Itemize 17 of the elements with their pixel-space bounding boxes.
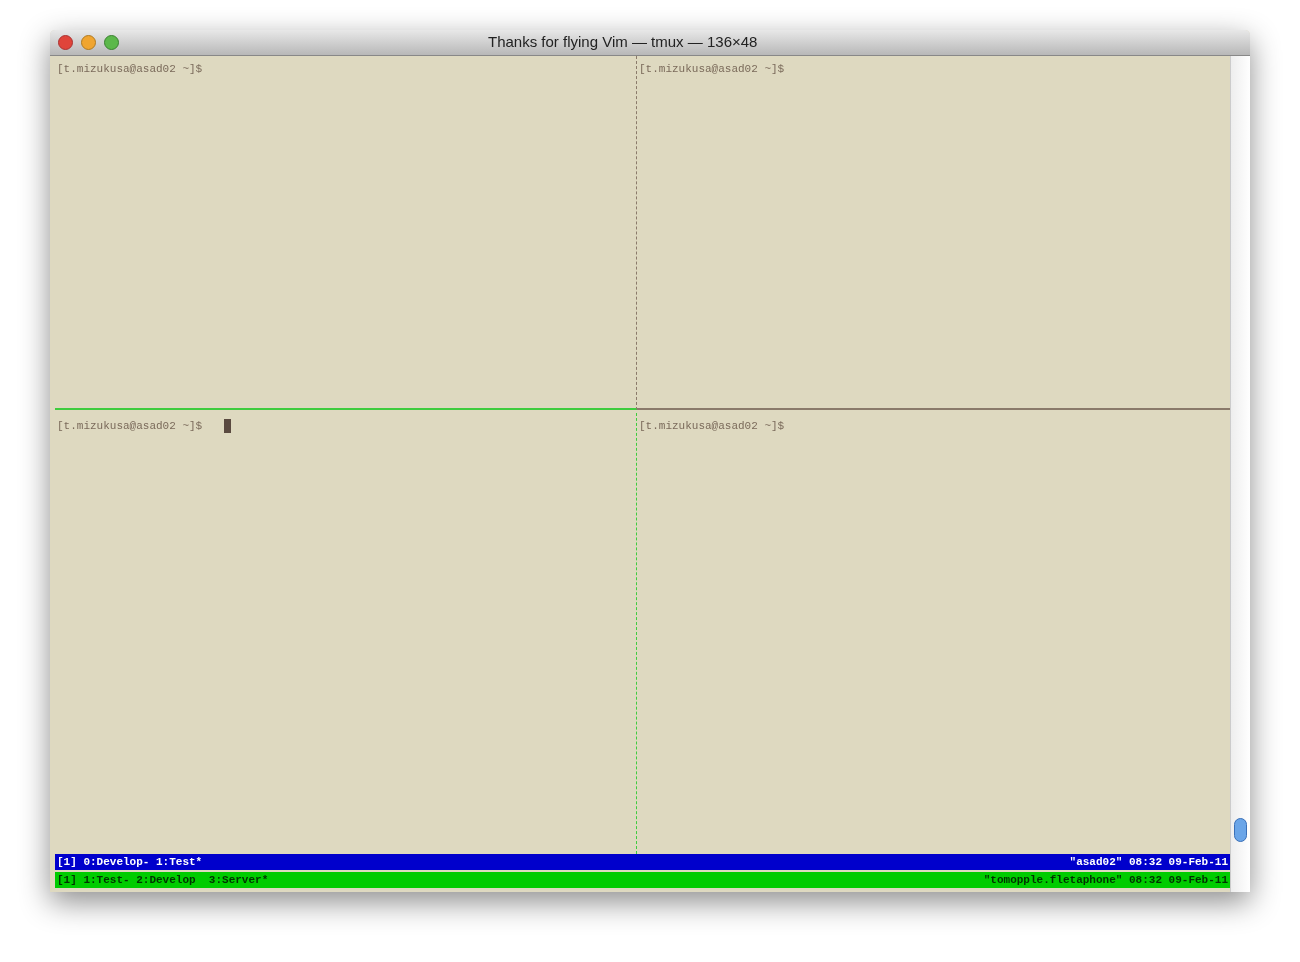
zoom-button[interactable] (104, 35, 119, 50)
terminal-pane[interactable]: [t.mizukusa@asad02 ~]$ (637, 413, 1230, 854)
scrollbar[interactable] (1230, 56, 1250, 892)
scroll-thumb[interactable] (1234, 818, 1247, 842)
close-button[interactable] (58, 35, 73, 50)
shell-prompt: [t.mizukusa@asad02 ~]$ (57, 62, 203, 77)
status-info: "asad02" 08:32 09-Feb-11 (1069, 854, 1228, 870)
window-title: Thanks for flying Vim — tmux — 136×48 (488, 32, 758, 53)
status-info: "tomopple.fletaphone" 08:32 09-Feb-11 (983, 872, 1228, 888)
shell-prompt: [t.mizukusa@asad02 ~]$ (639, 419, 785, 434)
shell-prompt: [t.mizukusa@asad02 ~]$ (639, 62, 785, 77)
window-list: [1] 1:Test- 2:Develop 3:Server* (57, 871, 269, 889)
text-cursor (224, 419, 232, 434)
terminal-pane[interactable]: [t.mizukusa@asad02 ~]$ (55, 56, 637, 410)
minimize-button[interactable] (81, 35, 96, 50)
window-list: [1] 0:Develop- 1:Test* (57, 853, 203, 871)
shell-prompt: [t.mizukusa@asad02 ~]$ (57, 419, 203, 434)
